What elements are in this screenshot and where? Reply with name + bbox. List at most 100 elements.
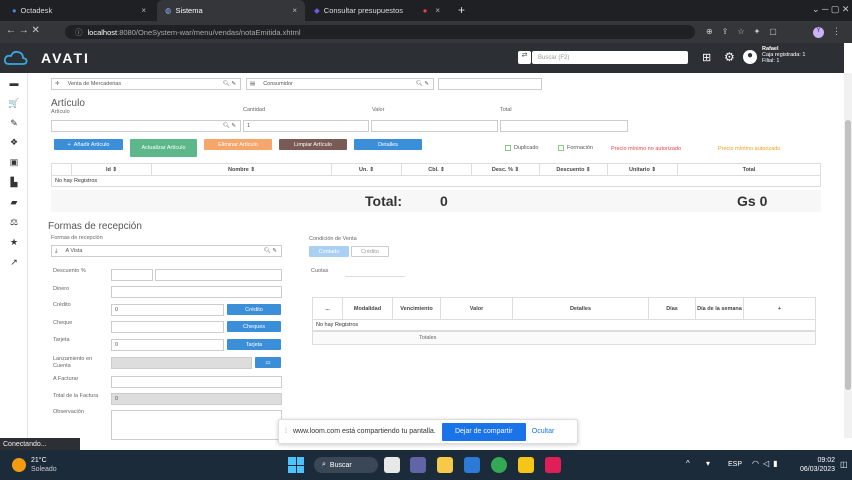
tab-sistema[interactable]: ◍ Sistema ×	[157, 0, 305, 21]
cheques-button[interactable]: Cheques	[227, 321, 281, 332]
descuento-value-input[interactable]	[155, 269, 282, 281]
search-icon: 🔍︎ ✎	[263, 248, 277, 254]
cuotas-table: ... Modalidad Vencimiento Valor Detalles…	[312, 297, 816, 331]
star-icon[interactable]: ★	[7, 237, 21, 247]
avatar[interactable]: ●	[743, 50, 757, 64]
cheque-input[interactable]	[111, 321, 224, 333]
sticky-notes-icon[interactable]	[518, 457, 534, 473]
new-tab-icon[interactable]: +	[458, 3, 465, 17]
windows-start-icon[interactable]	[288, 457, 304, 473]
col-unitario[interactable]: Unitario ⇕	[607, 163, 678, 176]
forma-recepcion-field[interactable]: ⤓ A Vista 🔍︎ ✎	[51, 245, 282, 257]
cart-icon[interactable]: 🛒	[7, 98, 21, 108]
add-article-button[interactable]: + Añadir Artículo	[54, 139, 123, 150]
clear-article-button[interactable]: Limpiar Artículo	[279, 139, 347, 150]
col-dots: ...	[312, 297, 343, 320]
menu-icon[interactable]: ⋮	[832, 26, 841, 37]
col-un[interactable]: Un. ⇕	[331, 163, 402, 176]
credito-option[interactable]: Crédito	[351, 246, 389, 257]
factory-icon[interactable]: ▙	[7, 177, 21, 187]
articulo-input[interactable]: 🔍︎ ✎	[51, 120, 241, 132]
col-dia-semana: Día de la semana	[695, 297, 744, 320]
warning-min-price-unauthorized: Precio mínimo no autorizado	[611, 146, 682, 152]
scrollbar-thumb[interactable]	[845, 120, 851, 390]
contado-option[interactable]: Contado	[309, 246, 349, 257]
card-icon[interactable]: ▭	[255, 357, 281, 368]
col-nombre[interactable]: Nombre ⇕	[151, 163, 332, 176]
label-tarjeta: Tarjeta	[53, 337, 70, 343]
checkbox-duplicado[interactable]: Duplicado	[505, 145, 538, 151]
label-descuento: Descuento %	[53, 268, 86, 274]
operation-field[interactable]: ✛ Venta de Mercaderias 🔍︎ ✎	[51, 78, 241, 90]
slack-icon[interactable]	[545, 457, 561, 473]
notification-icon[interactable]: ◫	[840, 460, 848, 469]
swap-icon[interactable]: ⇄	[518, 51, 531, 64]
teams-icon[interactable]	[410, 457, 426, 473]
observacion-textarea[interactable]	[111, 410, 282, 440]
total-amount: Gs 0	[737, 193, 768, 209]
add-row-button[interactable]: +	[743, 297, 816, 320]
client-field[interactable]: ▤ Consumidor 🔍︎ ✎	[246, 78, 434, 90]
chart-icon[interactable]: ↗	[7, 257, 21, 267]
valor-input[interactable]	[371, 120, 498, 132]
cuotas-input[interactable]	[345, 276, 405, 277]
cubes-icon[interactable]: ❖	[7, 137, 21, 147]
total-input[interactable]	[500, 120, 628, 132]
credito-input[interactable]: 0	[111, 304, 224, 316]
weather-widget[interactable]: 21°C Soleado	[31, 456, 57, 474]
scale-icon[interactable]: ⚖	[7, 217, 21, 227]
descuento-pct-input[interactable]	[111, 269, 153, 281]
clock[interactable]: 09:02 06/03/2023	[800, 456, 835, 474]
tarjeta-button[interactable]: Tarjeta	[227, 339, 281, 350]
extra-field[interactable]	[438, 78, 542, 90]
stop-sharing-button[interactable]: Dejar de compartir	[441, 422, 526, 441]
store-icon[interactable]	[464, 457, 480, 473]
book-icon[interactable]: ▬	[7, 78, 21, 88]
close-icon[interactable]: ×	[435, 6, 440, 15]
chrome-icon[interactable]	[491, 457, 507, 473]
language-indicator[interactable]: ESP	[728, 461, 742, 468]
system-tray-icons[interactable]: ◠◁▮	[752, 459, 782, 468]
task-view-icon[interactable]	[384, 457, 400, 473]
dinero-input[interactable]	[111, 286, 282, 298]
hide-link[interactable]: Ocultar	[532, 428, 555, 435]
label-dinero: Dinero	[53, 286, 70, 292]
drag-handle-icon[interactable]: ⁞	[285, 428, 287, 435]
search-input[interactable]: Buscar (F2)	[532, 51, 688, 64]
file-explorer-icon[interactable]	[437, 457, 453, 473]
col-id[interactable]: Id ⇕	[71, 163, 152, 176]
profile-avatar[interactable]: Y	[813, 27, 824, 38]
tab-consultar-presupuestos[interactable]: ◆ Consultar presupuestos ● ×	[306, 0, 448, 21]
label-condicion-venta: Condición de Venta	[309, 236, 357, 242]
wrench-icon[interactable]: ✎	[7, 118, 21, 128]
store-icon: ▤	[250, 81, 256, 87]
globe-icon: ◍	[165, 6, 172, 15]
remove-article-button[interactable]: Eliminar Artículo	[204, 139, 272, 150]
articles-table: Id ⇕ Nombre ⇕ Un. ⇕ Cbl. ⇕ Desc. % ⇕ Des…	[51, 163, 821, 187]
navigation-icons[interactable]: ← → ✕	[6, 25, 40, 36]
checkbox-formacion[interactable]: Formación	[558, 145, 593, 151]
tab-octadesk[interactable]: ● Octadesk ×	[4, 0, 154, 21]
truck-icon[interactable]: ▰	[7, 197, 21, 207]
col-desc-pct[interactable]: Desc. % ⇕	[471, 163, 540, 176]
col-descuento[interactable]: Descuento ⇕	[539, 163, 608, 176]
window-controls[interactable]: ⌄ ─ ▢ ✕	[812, 4, 849, 15]
url-field[interactable]: ⓘ localhost:8080/OneSystem-war/menu/vend…	[65, 25, 695, 39]
user-info: Rafael Caja registrada: 1 Filial: 1	[762, 46, 806, 64]
label-cheque: Cheque	[53, 320, 73, 326]
money-icon[interactable]: ▣	[7, 157, 21, 167]
gear-icon[interactable]: ⚙	[724, 50, 735, 64]
credito-button[interactable]: Crédito	[227, 304, 281, 315]
browser-toolbar-icons[interactable]: ⊕⇪☆✦▢	[706, 27, 786, 36]
update-article-button[interactable]: Actualizar Artículo	[130, 139, 197, 157]
grid-icon[interactable]: ⊞	[702, 51, 711, 64]
a-facturar-input[interactable]	[111, 376, 282, 388]
close-icon[interactable]: ×	[141, 6, 146, 15]
chevron-up-icon[interactable]: ^	[686, 459, 690, 468]
close-icon[interactable]: ×	[292, 6, 297, 15]
taskbar-search[interactable]: ⌕ Buscar	[314, 457, 378, 473]
cantidad-input[interactable]: 1	[243, 120, 369, 132]
col-cbl[interactable]: Cbl. ⇕	[401, 163, 472, 176]
tarjeta-input[interactable]: 0	[111, 339, 224, 351]
details-button[interactable]: Detalles	[354, 139, 422, 150]
